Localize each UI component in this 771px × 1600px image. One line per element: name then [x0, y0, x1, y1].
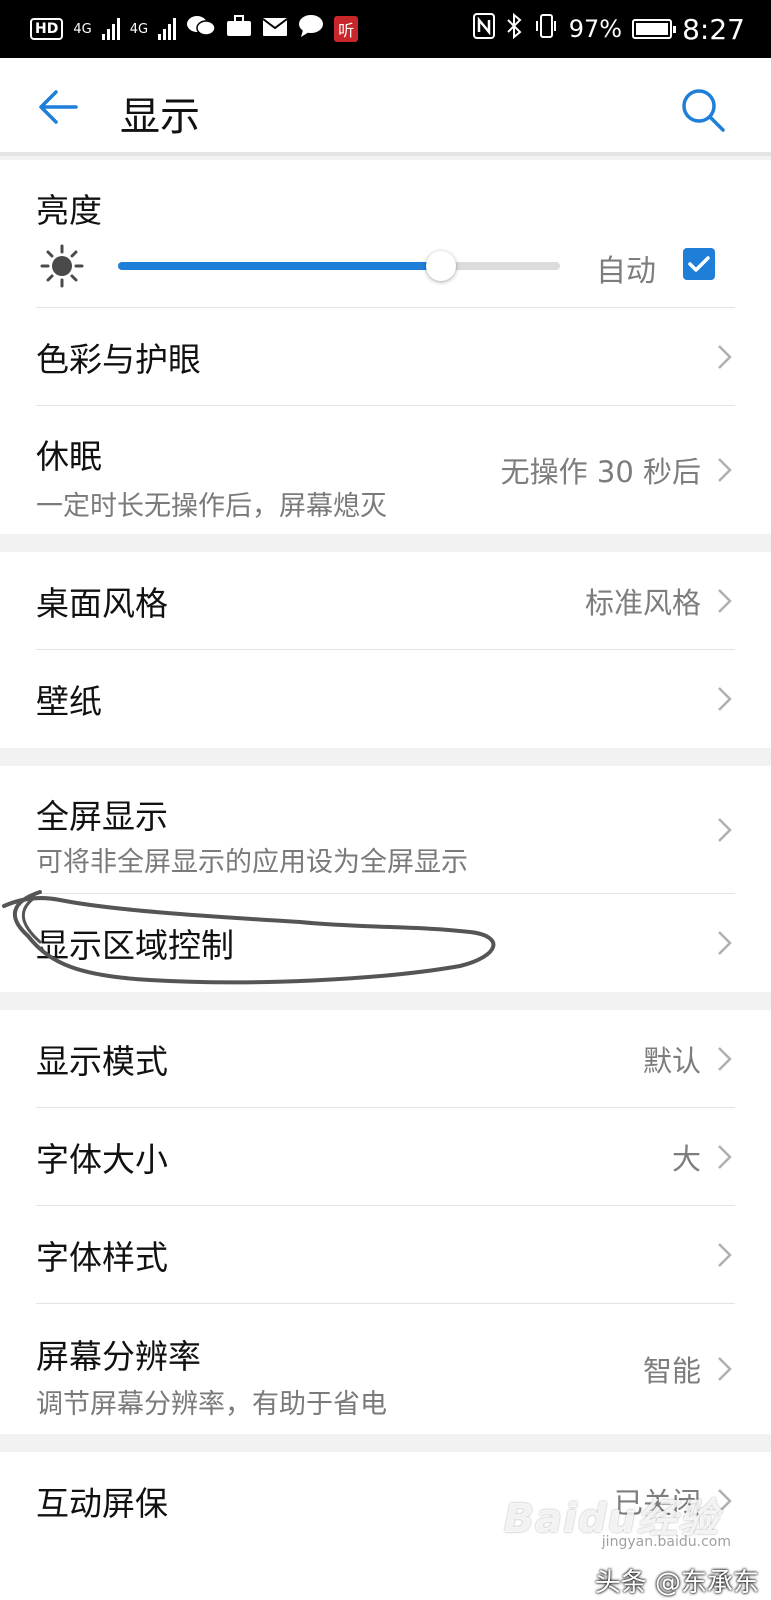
app-bar: 显示 [0, 58, 771, 156]
screen-resolution-label: 屏幕分辨率 [36, 1337, 201, 1376]
interactive-screensaver-label: 互动屏保 [36, 1484, 168, 1523]
toutiao-credit: 头条 @东承东 [594, 1568, 759, 1598]
brightness-slider-thumb[interactable] [425, 251, 456, 281]
clock: 8:27 [682, 12, 745, 46]
wallpaper-row[interactable]: 壁纸 [36, 650, 735, 748]
display-mode-label: 显示模式 [36, 1041, 168, 1081]
listen-app-icon: 听 [334, 16, 359, 42]
desktop-style-value: 标准风格 [584, 585, 701, 620]
search-icon[interactable] [679, 86, 727, 134]
sleep-row[interactable]: 休眠 一定时长无操作后，屏幕熄灭 无操作 30 秒后 [36, 406, 735, 534]
hd-icon: HD [30, 18, 64, 40]
signal-icon-1 [101, 18, 120, 40]
network-type-2: 4G [129, 21, 149, 37]
font-size-label: 字体大小 [36, 1139, 168, 1179]
chevron-right-icon [713, 928, 735, 958]
message-icon [298, 14, 324, 44]
group-brightness-color-sleep: 亮度 自动 色彩与护眼 休眠 一定时长无操作后，屏幕熄灭 无操作 30 秒后 [0, 160, 771, 534]
chevron-right-icon [713, 684, 735, 714]
chevron-right-icon [713, 1240, 735, 1270]
desktop-style-row[interactable]: 桌面风格 标准风格 [36, 552, 735, 650]
bluetooth-icon [505, 12, 523, 45]
font-style-row[interactable]: 字体样式 [36, 1206, 735, 1304]
screen-resolution-value: 智能 [642, 1354, 701, 1388]
screen-resolution-row[interactable]: 屏幕分辨率 调节屏幕分辨率，有助于省电 智能 [36, 1304, 735, 1434]
full-screen-display-label: 全屏显示 [36, 797, 168, 836]
mail-icon [262, 15, 288, 43]
chevron-right-icon [713, 1044, 735, 1074]
nfc-icon [472, 13, 495, 45]
chevron-right-icon [713, 1142, 735, 1172]
display-mode-row[interactable]: 显示模式 默认 [36, 1010, 735, 1108]
display-mode-value: 默认 [642, 1043, 701, 1078]
color-eye-comfort-label: 色彩与护眼 [36, 339, 201, 379]
desktop-style-label: 桌面风格 [36, 583, 168, 623]
sleep-value: 无操作 30 秒后 [500, 455, 701, 489]
font-size-value: 大 [671, 1141, 701, 1176]
group-desktop-wallpaper: 桌面风格 标准风格 壁纸 [0, 552, 771, 748]
status-bar: HD 4G 4G 听 97% 8:27 [0, 0, 771, 58]
back-arrow-icon[interactable] [34, 82, 84, 132]
auto-brightness-checkbox[interactable] [683, 248, 715, 280]
wallpaper-label: 壁纸 [36, 682, 102, 721]
brightness-slider[interactable] [118, 251, 560, 281]
battery-icon [632, 19, 677, 39]
status-bar-right: 97% 8:27 [472, 12, 745, 46]
vibrate-icon [533, 13, 559, 45]
chevron-right-icon [713, 586, 735, 616]
briefcase-icon [226, 15, 252, 43]
auto-brightness-label: 自动 [596, 254, 656, 289]
wechat-icon [186, 14, 216, 44]
signal-icon-2 [158, 18, 177, 40]
chevron-right-icon [713, 1354, 735, 1384]
color-eye-comfort-row[interactable]: 色彩与护眼 [36, 308, 735, 406]
sleep-label: 休眠 [36, 437, 102, 476]
group-fullscreen-area: 全屏显示 可将非全屏显示的应用设为全屏显示 显示区域控制 [0, 766, 771, 992]
full-screen-display-description: 可将非全屏显示的应用设为全屏显示 [36, 847, 468, 878]
page-title: 显示 [120, 94, 200, 140]
chevron-right-icon [713, 815, 735, 845]
brightness-slider-fill [118, 262, 441, 270]
full-screen-display-row[interactable]: 全屏显示 可将非全屏显示的应用设为全屏显示 [36, 766, 735, 894]
status-bar-left: HD 4G 4G 听 [30, 14, 359, 44]
brightness-row: 亮度 自动 [36, 160, 735, 308]
chevron-right-icon [713, 342, 735, 372]
display-area-control-label: 显示区域控制 [36, 926, 234, 965]
battery-percent: 97% [568, 15, 623, 43]
baidu-watermark-url: jingyan.baidu.com [601, 1534, 731, 1550]
font-style-label: 字体样式 [36, 1237, 168, 1277]
group-mode-font-resolution: 显示模式 默认 字体大小 大 字体样式 屏幕分辨率 调节屏幕分辨率，有助于省电 … [0, 1010, 771, 1434]
sleep-description: 一定时长无操作后，屏幕熄灭 [36, 491, 387, 522]
font-size-row[interactable]: 字体大小 大 [36, 1108, 735, 1206]
brightness-sun-icon [40, 244, 84, 288]
brightness-label: 亮度 [36, 191, 102, 230]
display-area-control-row[interactable]: 显示区域控制 [36, 894, 735, 992]
network-type-1: 4G [73, 21, 92, 37]
chevron-right-icon [713, 455, 735, 485]
screen-resolution-description: 调节屏幕分辨率，有助于省电 [36, 1389, 387, 1420]
